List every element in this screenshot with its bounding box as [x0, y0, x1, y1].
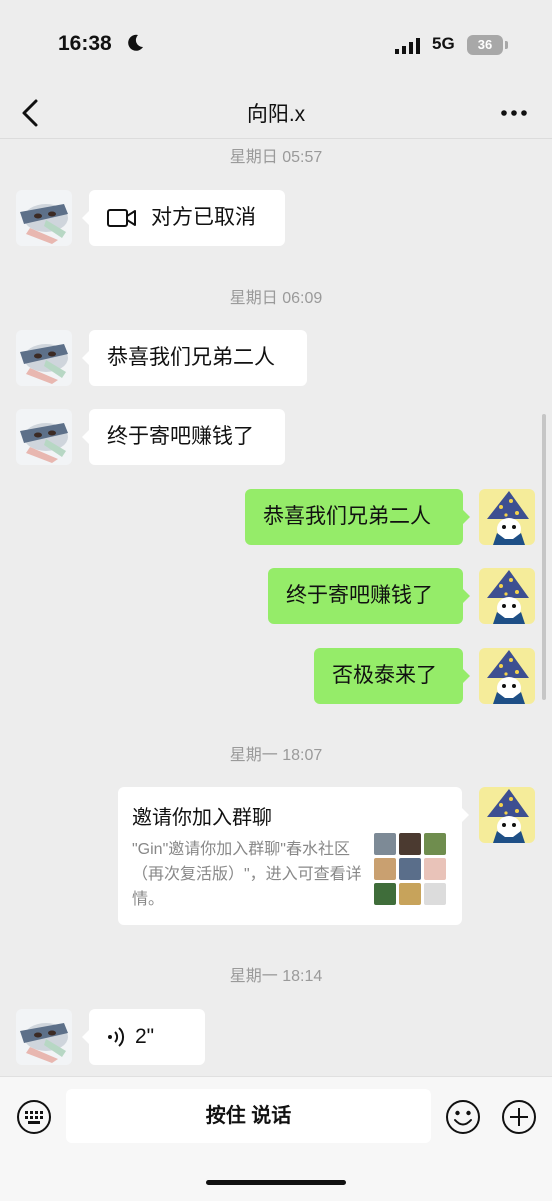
voice-message[interactable]: 2"	[82, 1009, 205, 1065]
emoji-icon[interactable]	[445, 1099, 481, 1135]
contact-avatar[interactable]	[16, 1009, 72, 1065]
message-sent[interactable]: 否极泰来了	[314, 648, 470, 704]
status-time: 16:38	[58, 32, 112, 55]
my-avatar[interactable]	[479, 648, 535, 704]
invite-description: "Gin"邀请你加入群聊"春水社区（再次复活版）"，进入可查看详情。	[132, 841, 362, 908]
timestamp: 星期一 18:14	[229, 968, 323, 985]
my-avatar[interactable]	[479, 568, 535, 624]
chat-messages[interactable]: 星期日 05:57 对方已取消 星期日 06:09 恭喜我们兄弟二人 终于寄吧赚…	[0, 139, 552, 1076]
moon-icon	[128, 34, 143, 51]
contact-avatar[interactable]	[16, 409, 72, 465]
battery-level: 36	[477, 37, 493, 52]
contact-avatar[interactable]	[16, 330, 72, 386]
timestamp: 星期一 18:07	[229, 747, 323, 764]
plus-icon[interactable]	[501, 1099, 537, 1135]
my-avatar[interactable]	[479, 489, 535, 545]
timestamp: 星期日 05:57	[229, 149, 323, 166]
message-received[interactable]: 终于寄吧赚钱了	[82, 409, 285, 465]
group-invite-card[interactable]: 邀请你加入群聊 "Gin"邀请你加入群聊"春水社区（再次复活版）"，进入可查看详…	[118, 787, 469, 925]
more-dots-icon[interactable]	[498, 96, 530, 130]
status-bar: 16:38 5G 36	[0, 0, 552, 88]
voice-wave-icon	[108, 1027, 125, 1047]
signal-icon	[395, 38, 420, 54]
message-received[interactable]: 恭喜我们兄弟二人	[82, 330, 307, 386]
video-call-icon	[107, 209, 136, 227]
voice-length: 2"	[135, 1025, 155, 1048]
call-message[interactable]: 对方已取消	[82, 190, 285, 246]
network-type: 5G	[432, 34, 455, 53]
keyboard-icon[interactable]	[16, 1099, 52, 1135]
chat-title: 向阳.x	[246, 103, 306, 126]
battery-icon: 36	[467, 35, 503, 55]
message-sent[interactable]: 恭喜我们兄弟二人	[245, 489, 470, 545]
contact-avatar[interactable]	[16, 190, 72, 246]
timestamp: 星期日 06:09	[229, 290, 323, 307]
hold-to-talk-button[interactable]: 按住 说话	[66, 1089, 431, 1143]
group-avatar-grid	[374, 833, 448, 907]
call-status-text: 对方已取消	[151, 206, 256, 229]
scrollbar[interactable]	[542, 414, 546, 700]
invite-title: 邀请你加入群聊	[132, 807, 272, 829]
nav-bar: 向阳.x	[0, 88, 552, 139]
my-avatar[interactable]	[479, 787, 535, 843]
message-sent[interactable]: 终于寄吧赚钱了	[268, 568, 470, 624]
home-indicator	[206, 1180, 346, 1185]
